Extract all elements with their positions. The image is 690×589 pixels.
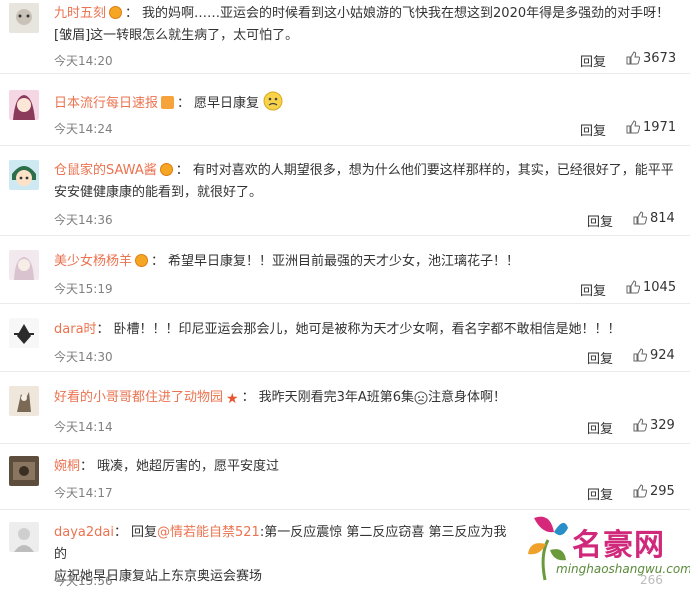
- reply-button[interactable]: 回复: [587, 211, 613, 230]
- username-link[interactable]: 好看的小哥哥都住进了动物园: [54, 390, 223, 405]
- comment-body: 哦凑，她超厉害的，愿平安度过: [97, 459, 280, 474]
- mention-link[interactable]: @情若能自禁521: [157, 525, 260, 540]
- comment-item: dara时： 卧槽！！！印尼亚运会那会儿，她可是被称为天才少女啊，看名字都不敢相信…: [0, 310, 690, 372]
- like-button[interactable]: 1971: [626, 120, 676, 135]
- vip-badge-icon: [135, 254, 149, 267]
- sad-face-emoji-icon: [263, 91, 283, 119]
- sad-emoji-icon: [414, 391, 428, 413]
- vip-badge-icon: [109, 6, 123, 19]
- thumbs-up-icon: [633, 418, 648, 432]
- reply-button[interactable]: 回复: [587, 348, 613, 367]
- like-button[interactable]: 295: [633, 484, 675, 499]
- comment-item: 日本流行每日速报：愿早日康复 今天14:24 回复 1971: [0, 80, 690, 146]
- comment-text: 日本流行每日速报：愿早日康复: [54, 91, 680, 119]
- vip-badge-icon: [159, 163, 173, 176]
- username-link[interactable]: 日本流行每日速报: [54, 96, 158, 111]
- thumbs-up-icon: [633, 211, 648, 225]
- like-button[interactable]: 814: [633, 211, 675, 226]
- watermark-url: minghaoshangwu.com: [556, 562, 690, 576]
- comment-timestamp: 今天14:17: [54, 486, 113, 500]
- comment-item: 仓鼠家的SAWA酱：有时对喜欢的人期望很多，想为什么他们要这样那样的，其实，已经…: [0, 152, 690, 236]
- comment-body: 希望早日康复！！亚洲目前最强的天才少女，池江璃花子！！: [168, 254, 520, 269]
- reply-button[interactable]: 回复: [580, 51, 606, 70]
- avatar[interactable]: [9, 250, 39, 280]
- avatar[interactable]: [9, 522, 39, 552]
- comment-body: 我的妈啊……亚运会的时候看到这小姑娘游的飞快我在想这到2020年得是多强劲的对手…: [142, 6, 670, 21]
- like-count: 3673: [643, 51, 677, 66]
- avatar[interactable]: [9, 456, 39, 486]
- like-button[interactable]: 1045: [626, 280, 676, 295]
- thumbs-up-icon: [633, 348, 648, 362]
- star-badge-icon: ★: [226, 391, 239, 407]
- comment-text: 九时五刻：我的妈啊……亚运会的时候看到这小姑娘游的飞快我在想这到2020年得是多…: [54, 6, 670, 43]
- comment-body: 有时对喜欢的人期望很多，想为什么他们要这样那样的，其实，已经很好了，能平平: [192, 163, 674, 178]
- reply-button[interactable]: 回复: [580, 280, 606, 299]
- like-button[interactable]: 329: [633, 418, 675, 433]
- username-link[interactable]: dara时: [54, 322, 97, 337]
- like-button[interactable]: 3673: [626, 51, 676, 66]
- like-count: 814: [650, 211, 675, 226]
- thumbs-up-icon: [633, 484, 648, 498]
- comment-timestamp: 今天15:19: [54, 282, 113, 296]
- username-link[interactable]: 婉桐: [54, 459, 80, 474]
- avatar[interactable]: [9, 318, 39, 348]
- comment-text: 美少女杨杨羊：希望早日康复！！亚洲目前最强的天才少女，池江璃花子！！: [54, 254, 520, 269]
- thumbs-up-icon: [626, 51, 641, 65]
- like-count: 924: [650, 348, 675, 363]
- username-link[interactable]: 九时五刻: [54, 6, 106, 21]
- username-link[interactable]: 美少女杨杨羊: [54, 254, 132, 269]
- comment-body: 愿早日康复: [194, 96, 260, 111]
- watermark-title: 名豪网: [572, 528, 665, 563]
- comment-item: 婉桐： 哦凑，她超厉害的，愿平安度过 今天14:17 回复 295: [0, 450, 690, 510]
- avatar[interactable]: [9, 90, 39, 120]
- avatar[interactable]: [9, 386, 39, 416]
- like-count: 1045: [643, 280, 677, 295]
- verified-v-icon: [161, 96, 175, 109]
- comment-timestamp: 今天14:24: [54, 122, 113, 136]
- thumbs-up-icon: [626, 280, 641, 294]
- comment-body: 卧槽！！！印尼亚运会那会儿，她可是被称为天才少女啊，看名字都不敢相信是她！！！: [113, 322, 621, 337]
- comment-item: 九时五刻：我的妈啊……亚运会的时候看到这小姑娘游的飞快我在想这到2020年得是多…: [0, 0, 690, 74]
- thumbs-up-icon: [626, 120, 641, 134]
- like-count: 295: [650, 484, 675, 499]
- reply-button[interactable]: 回复: [580, 120, 606, 139]
- comment-timestamp: 今天14:14: [54, 420, 113, 434]
- watermark-logo: 名豪网 minghaoshangwu.com: [520, 510, 690, 585]
- reply-button[interactable]: 回复: [587, 484, 613, 503]
- comment-timestamp: 今天14:20: [54, 54, 113, 68]
- comment-text: daya2dai： 回复@情若能自禁521:第一反应震惊 第二反应窃喜 第三反应为…: [54, 525, 507, 584]
- reply-prefix: 回复: [131, 525, 158, 540]
- comment-body-tail: 注意身体啊！: [428, 390, 507, 405]
- username-link[interactable]: 仓鼠家的SAWA酱: [54, 163, 157, 178]
- like-button[interactable]: 924: [633, 348, 675, 363]
- reply-button[interactable]: 回复: [587, 418, 613, 437]
- like-count: 329: [650, 418, 675, 433]
- username-link[interactable]: daya2dai: [54, 525, 114, 540]
- avatar[interactable]: [9, 160, 39, 190]
- comment-item: 美少女杨杨羊：希望早日康复！！亚洲目前最强的天才少女，池江璃花子！！ 今天15:…: [0, 242, 690, 304]
- comment-body-line2: 安安健健康康的能看到，就很好了。: [54, 185, 263, 200]
- comment-timestamp: 今天14:36: [54, 213, 113, 227]
- comment-item: 好看的小哥哥都住进了动物园 ★：我昨天刚看完3年A班第6集 注意身体啊！ 今天14:…: [0, 378, 690, 444]
- avatar[interactable]: [9, 3, 39, 33]
- comment-text: 好看的小哥哥都住进了动物园 ★：我昨天刚看完3年A班第6集 注意身体啊！: [54, 387, 680, 413]
- comment-body-line2: [皱眉]这一转眼怎么就生病了，太可怕了。: [54, 28, 299, 43]
- comment-text: 仓鼠家的SAWA酱：有时对喜欢的人期望很多，想为什么他们要这样那样的，其实，已经…: [54, 163, 674, 200]
- like-count: 1971: [643, 120, 677, 135]
- comment-timestamp: 今天15:56: [54, 574, 113, 588]
- comment-body: 我昨天刚看完3年A班第6集: [258, 390, 415, 405]
- comment-timestamp: 今天14:30: [54, 350, 113, 364]
- comment-text: 婉桐： 哦凑，她超厉害的，愿平安度过: [54, 459, 280, 474]
- comment-text: dara时： 卧槽！！！印尼亚运会那会儿，她可是被称为天才少女啊，看名字都不敢相信…: [54, 322, 621, 337]
